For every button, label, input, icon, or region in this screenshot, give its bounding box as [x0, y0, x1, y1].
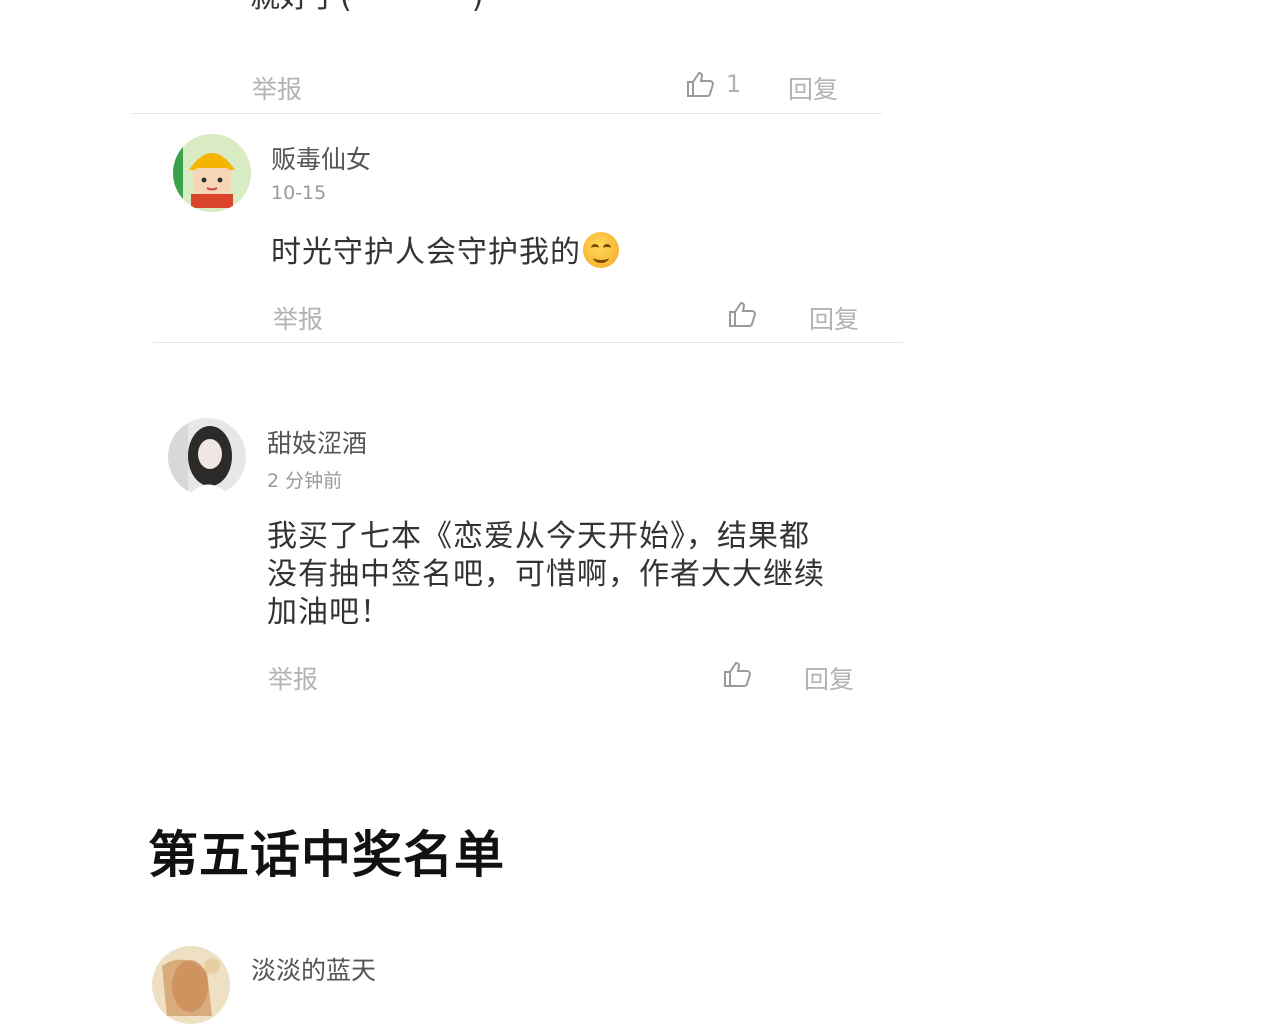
like-button[interactable] — [723, 660, 753, 688]
thumbs-up-icon — [687, 71, 715, 97]
username[interactable]: 甜妓涩酒 — [267, 424, 367, 460]
divider — [153, 342, 903, 343]
avatar[interactable] — [152, 946, 230, 1024]
comment-text: 时光守护人会守护我的 — [271, 235, 581, 270]
avatar[interactable] — [168, 418, 246, 496]
thumbs-up-icon — [724, 661, 752, 687]
username[interactable]: 淡淡的蓝天 — [251, 951, 376, 987]
report-button[interactable]: 举报 — [252, 70, 302, 106]
comment-content: 就好了(*￣︶￣*) — [250, 0, 483, 18]
comment-line: 加油吧！ — [267, 595, 391, 630]
comment-content: 时光守护人会守护我的 — [271, 232, 619, 272]
reply-button[interactable]: 回复 — [788, 70, 838, 106]
like-button[interactable] — [728, 300, 758, 328]
avatar[interactable] — [173, 134, 251, 212]
thumbs-up-icon — [729, 301, 757, 327]
like-count: 1 — [726, 70, 742, 98]
username[interactable]: 贩毒仙女 — [271, 140, 371, 176]
like-button[interactable]: 1 — [686, 70, 741, 98]
section-title: 第五话中奖名单 — [148, 826, 505, 884]
comment-line: 没有抽中签名吧，可惜啊，作者大大继续 — [267, 557, 825, 592]
reply-button[interactable]: 回复 — [804, 660, 854, 696]
smiling-face-icon — [583, 232, 619, 268]
timestamp: 10-15 — [271, 182, 327, 204]
comment-content: 我买了七本《恋爱从今天开始》，结果都 没有抽中签名吧，可惜啊，作者大大继续 加油… — [267, 518, 825, 632]
divider — [132, 113, 882, 114]
timestamp: 2 分钟前 — [267, 470, 343, 492]
report-button[interactable]: 举报 — [268, 660, 318, 696]
reply-button[interactable]: 回复 — [809, 300, 859, 336]
report-button[interactable]: 举报 — [273, 300, 323, 336]
comment-line: 我买了七本《恋爱从今天开始》，结果都 — [267, 519, 810, 554]
